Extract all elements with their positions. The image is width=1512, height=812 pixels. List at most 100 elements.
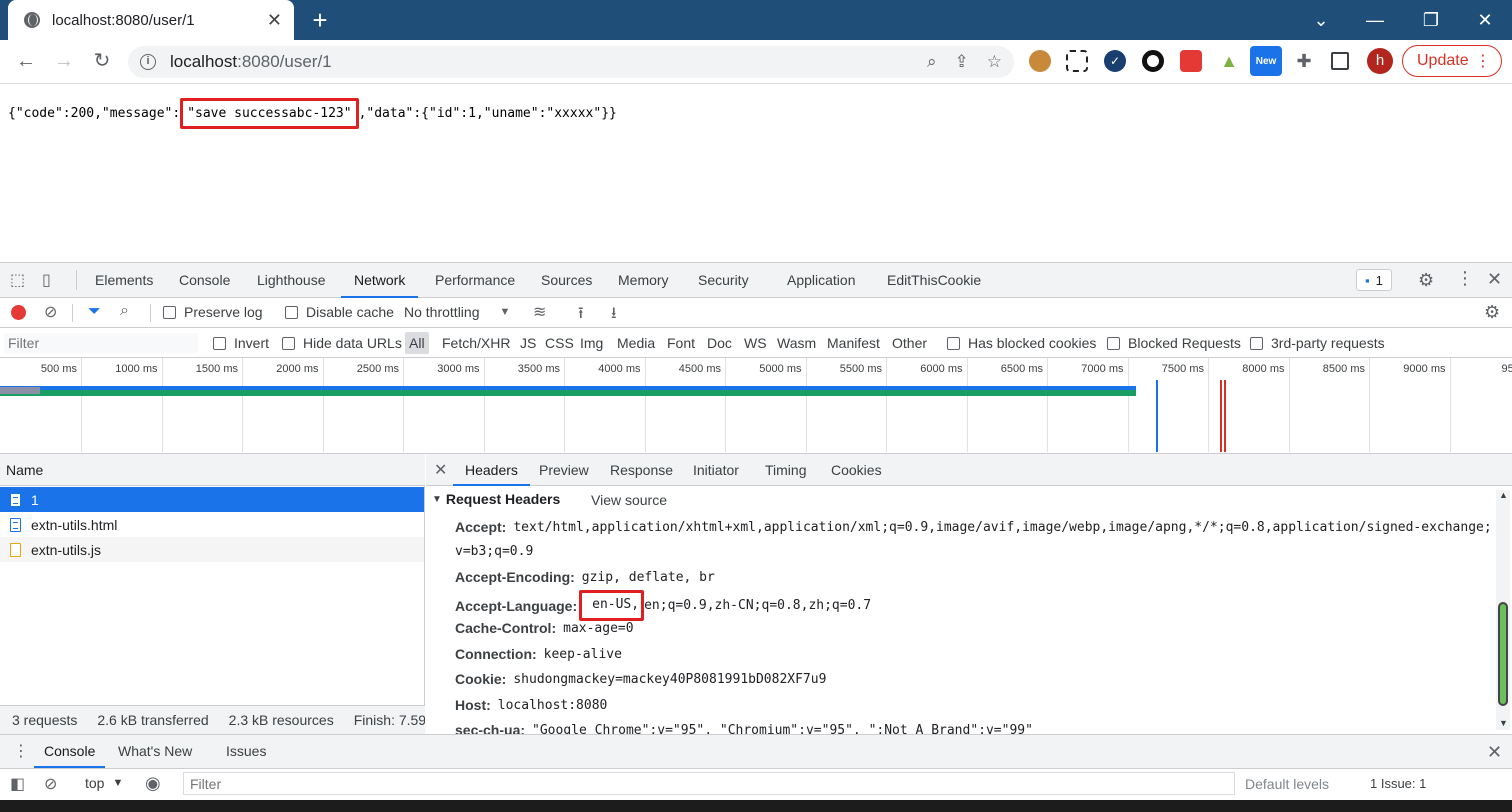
check-extension-icon[interactable]: ✓ (1104, 50, 1126, 72)
tab-console[interactable]: Console (179, 262, 230, 298)
tab-cookies[interactable]: Cookies (831, 454, 882, 486)
name-column-header[interactable]: Name (0, 454, 425, 486)
tab-performance[interactable]: Performance (435, 262, 515, 298)
device-toolbar-icon[interactable]: ▯ (42, 270, 51, 290)
filter-funnel-icon[interactable]: ⏷ (88, 303, 101, 321)
tab-lighthouse[interactable]: Lighthouse (257, 262, 326, 298)
filter-input[interactable] (4, 333, 198, 353)
throttling-select[interactable]: No throttling ▼ (404, 304, 510, 320)
preserve-log-checkbox[interactable]: Preserve log (163, 304, 263, 320)
request-row[interactable]: extn-utils.html (0, 512, 424, 537)
request-row[interactable]: extn-utils.js (0, 537, 424, 562)
tab-editthiscookie[interactable]: EditThisCookie (887, 262, 981, 298)
request-row[interactable]: 1 (0, 487, 424, 512)
site-info-icon[interactable]: i (140, 54, 156, 70)
has-blocked-cookies-checkbox[interactable]: Has blocked cookies (947, 335, 1096, 351)
reload-button[interactable]: ↻ (88, 47, 116, 75)
type-filter-ws[interactable]: WS (744, 328, 767, 358)
type-filter-wasm[interactable]: Wasm (777, 328, 816, 358)
url-text[interactable]: localhost:8080/user/1 (170, 52, 909, 72)
close-window-button[interactable]: ✕ (1458, 0, 1512, 40)
sidebar-toggle-icon[interactable]: ◧ (10, 774, 25, 794)
new-badge-extension-icon[interactable]: New (1250, 46, 1282, 76)
disable-cache-checkbox[interactable]: Disable cache (285, 304, 394, 320)
checkbox[interactable] (285, 305, 298, 319)
scrollbar-thumb[interactable] (1498, 602, 1508, 706)
import-har-icon[interactable]: ⭱ (578, 302, 584, 329)
close-devtools-icon[interactable]: ✕ (1487, 269, 1502, 290)
profile-avatar[interactable]: h (1367, 48, 1393, 74)
network-conditions-icon[interactable]: ≋ (533, 302, 546, 322)
console-filter-input[interactable] (183, 772, 1235, 795)
restore-button[interactable]: ❐ (1404, 0, 1458, 40)
address-bar[interactable]: i localhost:8080/user/1 ⌕ ⇪ ☆ (128, 46, 1014, 78)
close-tab-icon[interactable]: ✕ (267, 10, 282, 31)
cookie-extension-icon[interactable] (1029, 50, 1051, 72)
tab-elements[interactable]: Elements (95, 262, 153, 298)
circle-extension-icon[interactable] (1142, 50, 1164, 72)
drawer-tab-whats-new[interactable]: What's New (118, 734, 192, 768)
tab-sources[interactable]: Sources (541, 262, 592, 298)
back-button[interactable]: ← (12, 47, 40, 75)
clear-icon[interactable]: ⊘ (44, 302, 57, 322)
type-filter-js[interactable]: JS (520, 328, 536, 358)
hide-data-urls-checkbox[interactable]: Hide data URLs (282, 335, 402, 351)
new-tab-button[interactable]: + (306, 4, 334, 36)
type-filter-font[interactable]: Font (667, 328, 695, 358)
type-filter-all[interactable]: All (405, 332, 429, 354)
tab-preview[interactable]: Preview (539, 454, 589, 486)
close-detail-icon[interactable]: ✕ (434, 460, 447, 480)
inspect-element-icon[interactable]: ⬚ (10, 270, 25, 290)
update-button[interactable]: Update ⋮ (1402, 45, 1502, 77)
close-drawer-icon[interactable]: ✕ (1487, 742, 1502, 763)
drawer-tab-console[interactable]: Console (34, 734, 106, 768)
tab-initiator[interactable]: Initiator (693, 454, 739, 486)
headers-scrollbar[interactable]: ▲ ▼ (1496, 490, 1510, 730)
zoom-icon[interactable]: ⌕ (927, 52, 937, 72)
context-selector[interactable]: top ▼ (85, 775, 123, 791)
checkbox[interactable] (1107, 336, 1120, 350)
scroll-up-icon[interactable]: ▲ (1499, 490, 1508, 500)
issues-counter[interactable]: ▪ 1 (1356, 269, 1392, 291)
record-icon[interactable] (11, 305, 26, 320)
type-filter-manifest[interactable]: Manifest (827, 328, 880, 358)
checkbox[interactable] (1250, 336, 1263, 350)
type-filter-fetch-xhr[interactable]: Fetch/XHR (442, 328, 510, 358)
checkbox[interactable] (163, 305, 176, 319)
drawer-tab-issues[interactable]: Issues (226, 734, 266, 768)
type-filter-doc[interactable]: Doc (707, 328, 732, 358)
type-filter-other[interactable]: Other (892, 328, 927, 358)
search-icon[interactable]: ⌕ (120, 302, 129, 320)
tab-memory[interactable]: Memory (618, 262, 669, 298)
tab-application[interactable]: Application (787, 262, 856, 298)
tab-headers[interactable]: Headers (453, 454, 530, 486)
checkbox[interactable] (282, 336, 295, 350)
settings-gear-icon[interactable]: ⚙ (1418, 270, 1434, 291)
drawer-menu-icon[interactable]: ⋮ (13, 741, 29, 761)
browser-tab[interactable]: localhost:8080/user/1 ✕ (8, 0, 294, 40)
blocked-requests-checkbox[interactable]: Blocked Requests (1107, 335, 1241, 351)
tab-timing[interactable]: Timing (765, 454, 807, 486)
side-panel-icon[interactable] (1331, 52, 1349, 70)
type-filter-css[interactable]: CSS (545, 328, 574, 358)
forward-button[interactable]: → (50, 47, 78, 75)
request-headers-section[interactable]: ▼ Request Headers (432, 491, 560, 507)
clear-console-icon[interactable]: ⊘ (44, 774, 57, 794)
invert-checkbox[interactable]: Invert (213, 335, 269, 351)
tab-search-icon[interactable]: ⌄ (1294, 0, 1348, 40)
export-har-icon[interactable]: ⭳ (611, 302, 617, 329)
android-extension-icon[interactable]: ▲ (1218, 50, 1240, 72)
checkbox[interactable] (947, 336, 960, 350)
bookmark-star-icon[interactable]: ☆ (987, 52, 1002, 72)
type-filter-media[interactable]: Media (617, 328, 655, 358)
view-source-link[interactable]: View source (591, 492, 667, 508)
qr-code-extension-icon[interactable] (1066, 50, 1088, 72)
scroll-down-icon[interactable]: ▼ (1499, 718, 1508, 728)
tab-security[interactable]: Security (698, 262, 749, 298)
more-options-icon[interactable]: ⋮ (1456, 268, 1474, 289)
dice-extension-icon[interactable] (1180, 50, 1202, 72)
issues-badge[interactable]: 1 Issue: 1 (1370, 776, 1426, 791)
checkbox[interactable] (213, 336, 226, 350)
log-levels-selector[interactable]: Default levels (1245, 776, 1329, 792)
eye-icon[interactable]: ◉ (145, 773, 161, 794)
